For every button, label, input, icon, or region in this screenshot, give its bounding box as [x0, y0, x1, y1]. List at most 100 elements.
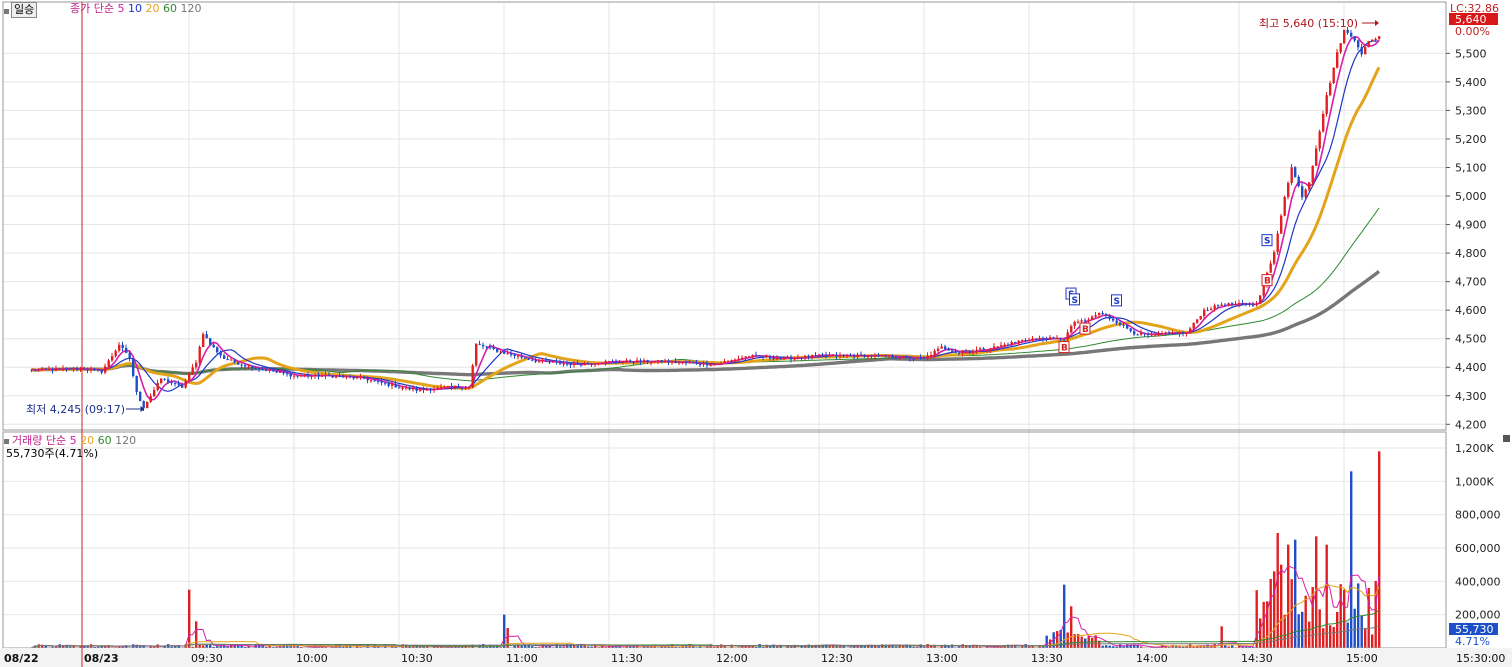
panel-collapse-icon[interactable] [1503, 435, 1510, 442]
price-tick-label: 5,500 [1455, 47, 1487, 60]
candle [1066, 332, 1069, 340]
period-button[interactable]: 일승 [11, 2, 38, 18]
candle [1021, 340, 1024, 342]
candle [996, 346, 999, 348]
candle [72, 368, 75, 370]
candle [972, 351, 975, 353]
candle [639, 360, 642, 362]
candle [947, 349, 950, 351]
candle [611, 360, 614, 362]
candle [408, 387, 411, 390]
candle [905, 356, 908, 358]
candle [181, 384, 184, 388]
candle [874, 355, 877, 357]
volume-panel [2, 431, 1447, 649]
candle [772, 358, 775, 360]
volume-bar [1084, 638, 1087, 648]
candle [797, 357, 800, 359]
candle [489, 346, 492, 348]
candle [786, 357, 789, 359]
volume-bar [1353, 608, 1356, 648]
candle [559, 362, 562, 364]
candle [723, 361, 726, 364]
candle [867, 355, 870, 358]
candle [783, 357, 786, 359]
time-tick-label: 12:00 [716, 652, 748, 665]
candle [1147, 333, 1150, 336]
candle [968, 351, 971, 353]
candle [555, 361, 558, 363]
candle [748, 356, 751, 358]
candle [86, 369, 89, 371]
candle [324, 374, 327, 376]
candle [1234, 304, 1237, 306]
candle [198, 346, 201, 363]
candle [958, 352, 961, 354]
volume-bar [1259, 618, 1262, 648]
candle [1329, 83, 1332, 96]
candle [387, 383, 390, 386]
candle [1077, 321, 1080, 323]
candle [268, 369, 271, 371]
candle [937, 348, 940, 351]
legend-period-5: 5 [69, 434, 77, 447]
candle [1000, 345, 1003, 347]
time-tick-label: 14:00 [1136, 652, 1168, 665]
candle [548, 361, 551, 363]
time-tick-label: 12:30 [821, 652, 853, 665]
candle [1161, 333, 1164, 335]
candle [678, 362, 681, 364]
candle [1017, 340, 1020, 343]
candle [930, 354, 933, 356]
candle [111, 356, 114, 361]
candle [356, 377, 359, 379]
candle [503, 351, 506, 354]
candle [870, 355, 873, 357]
candle [1217, 305, 1220, 307]
volume-bar [1304, 595, 1307, 648]
candle [884, 355, 887, 357]
candle [765, 356, 768, 358]
candle [1010, 342, 1013, 345]
volume-bar [1374, 580, 1377, 648]
candle [184, 380, 187, 388]
candle [1241, 303, 1244, 305]
candle [1315, 148, 1318, 166]
candle [342, 376, 345, 378]
candle [1038, 337, 1041, 339]
candle [1346, 29, 1349, 33]
candle [1287, 182, 1290, 198]
price-tick-label: 5,400 [1455, 76, 1487, 89]
candle [1255, 303, 1258, 306]
candle [464, 387, 467, 389]
candle [758, 355, 761, 357]
candle [328, 374, 331, 376]
legend-period-20: 20 [141, 2, 160, 15]
candle [909, 356, 912, 359]
candle [531, 359, 534, 361]
candle [709, 365, 712, 367]
candle [597, 363, 600, 365]
candle [1378, 36, 1381, 39]
candle [842, 355, 845, 357]
candle [895, 357, 898, 359]
candle [188, 373, 191, 381]
candle [517, 355, 520, 357]
candle [762, 356, 765, 358]
candle [293, 375, 296, 377]
candle [1196, 319, 1199, 323]
candle [527, 358, 530, 360]
time-tick-label: 08/22 [4, 652, 39, 665]
candle [366, 378, 369, 381]
candle [625, 360, 628, 362]
candle [1294, 167, 1297, 177]
candle [1343, 29, 1346, 44]
candle [401, 387, 404, 389]
candle [1252, 304, 1255, 306]
volume-bar [1339, 584, 1342, 648]
time-axis-bar [0, 648, 1512, 667]
price-ma-20 [31, 66, 1381, 390]
candle [345, 376, 348, 378]
candle [377, 380, 380, 382]
price-tick-label: 5,300 [1455, 104, 1487, 117]
